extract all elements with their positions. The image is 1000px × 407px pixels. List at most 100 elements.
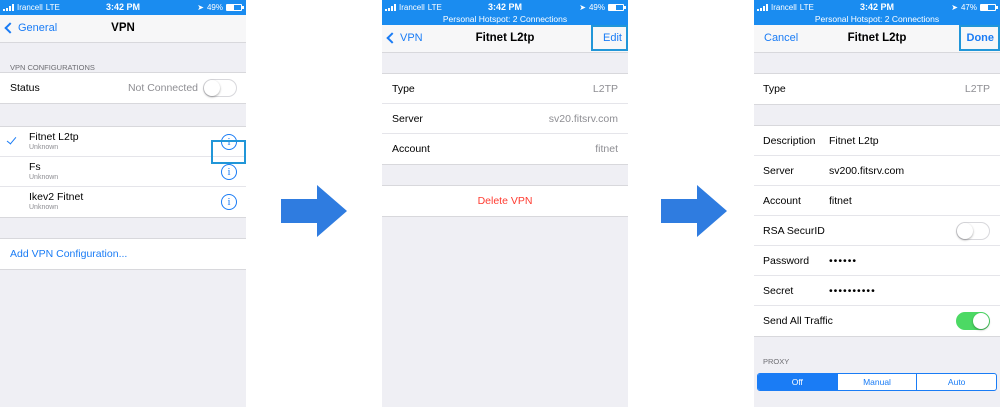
config-fields-group: Description Fitnet L2tp Server sv200.fit… [754,125,1000,337]
rsa-securid-row: RSA SecurID [754,216,1000,246]
proxy-option-manual[interactable]: Manual [836,374,917,390]
battery-icon [608,4,626,11]
battery-percent: 49% [588,3,605,12]
status-value: Not Connected [127,82,198,94]
server-field[interactable]: sv200.fitsrv.com [829,165,904,177]
location-icon: ➤ [579,3,586,12]
server-label: Server [392,113,423,125]
vpn-item-name: Fs [29,161,41,173]
vpn-edit-screen: Irancell LTE 3:42 PM ➤ 47% Personal Hots… [754,0,1000,407]
battery-icon [226,4,244,11]
status-bar: Irancell LTE 3:42 PM ➤ 47% [754,0,1000,15]
vpn-item-status: Unknown [29,144,59,151]
type-row[interactable]: Type L2TP [754,74,1000,104]
info-icon[interactable]: i [221,164,237,180]
section-header: VPN CONFIGURATIONS [10,63,95,72]
toggle-knob [957,223,973,239]
type-value: L2TP [964,83,990,95]
vpn-item-status: Unknown [29,204,59,211]
navigation-bar: General VPN [0,15,246,43]
vpn-item-status: Unknown [29,174,59,181]
password-field[interactable]: •••••• [829,255,857,267]
vpn-item-name: Ikev2 Fitnet [29,191,84,203]
server-value: sv20.fitsrv.com [548,113,618,125]
vpn-detail-screen: Irancell LTE 3:42 PM ➤ 49% Personal Hots… [382,0,628,407]
battery-percent: 47% [960,3,977,12]
type-value: L2TP [592,83,618,95]
vpn-configs-group: Fitnet L2tp Unknown i Fs Unknown i Ikev2… [0,126,246,218]
description-label: Description [763,135,816,147]
status-bar: Irancell LTE 3:42 PM ➤ 49% [382,0,628,15]
type-group: Type L2TP [754,73,1000,105]
vpn-list-screen: Irancell LTE 3:42 PM ➤ 49% General VPN V… [0,0,246,407]
toggle-knob [204,80,220,96]
vpn-item[interactable]: Ikev2 Fitnet Unknown i [0,187,246,217]
hotspot-banner[interactable]: Personal Hotspot: 2 Connections [754,15,1000,25]
account-row: Account fitnet [754,186,1000,216]
server-label: Server [763,165,794,177]
server-row: Server sv20.fitsrv.com [382,104,628,134]
battery-icon [980,4,998,11]
delete-group: Delete VPN [382,185,628,217]
secret-field[interactable]: •••••••••• [829,285,876,297]
send-all-traffic-toggle[interactable] [956,312,990,330]
location-icon: ➤ [197,3,204,12]
proxy-section-header: PROXY [763,357,790,366]
password-label: Password [763,255,810,267]
battery-percent: 49% [206,3,223,12]
vpn-info-group: Type L2TP Server sv20.fitsrv.com Account… [382,73,628,165]
vpn-item[interactable]: Fitnet L2tp Unknown i [0,127,246,157]
status-row: Status Not Connected [0,73,246,103]
section-header-wrap: VPN CONFIGURATIONS [0,43,246,72]
account-label: Account [392,143,430,155]
vpn-item[interactable]: Fs Unknown i [0,157,246,187]
highlight-box [591,25,628,51]
proxy-option-auto[interactable]: Auto [916,374,996,390]
battery-fill [981,5,988,10]
battery-fill [609,5,616,10]
page-title: VPN [111,22,135,34]
delete-vpn-button[interactable]: Delete VPN [382,186,628,216]
highlight-box [959,25,1000,51]
secret-row: Secret •••••••••• [754,276,1000,306]
status-bar: Irancell LTE 3:42 PM ➤ 49% [0,0,246,15]
proxy-segmented-control: Off Manual Auto [757,373,997,391]
proxy-option-off[interactable]: Off [758,374,837,390]
add-vpn-group: Add VPN Configuration... [0,238,246,270]
description-field[interactable]: Fitnet L2tp [829,135,879,147]
hotspot-banner[interactable]: Personal Hotspot: 2 Connections [382,15,628,25]
add-vpn-configuration-link[interactable]: Add VPN Configuration... [0,239,246,269]
rsa-securid-toggle[interactable] [956,222,990,240]
type-row: Type L2TP [382,74,628,104]
type-label: Type [763,83,786,95]
proxy-header-wrap: PROXY [754,337,1000,375]
vpn-connect-toggle[interactable] [203,79,237,97]
vpn-item-name: Fitnet L2tp [29,131,79,143]
account-row: Account fitnet [382,134,628,164]
send-all-traffic-label: Send All Traffic [763,315,833,327]
password-row: Password •••••• [754,246,1000,276]
account-value: fitnet [595,143,618,155]
status-group: Status Not Connected [0,72,246,104]
account-field[interactable]: fitnet [829,195,852,207]
rsa-securid-label: RSA SecurID [763,225,825,237]
info-icon[interactable]: i [221,194,237,210]
toggle-knob [973,313,989,329]
server-row: Server sv200.fitsrv.com [754,156,1000,186]
highlight-box [211,140,246,164]
checkmark-icon [6,134,17,145]
arrow-right-icon [661,185,727,237]
type-label: Type [392,83,415,95]
arrow-right-icon [281,185,347,237]
send-all-traffic-row: Send All Traffic [754,306,1000,336]
battery-fill [227,5,234,10]
location-icon: ➤ [951,3,958,12]
account-label: Account [763,195,801,207]
secret-label: Secret [763,285,794,297]
